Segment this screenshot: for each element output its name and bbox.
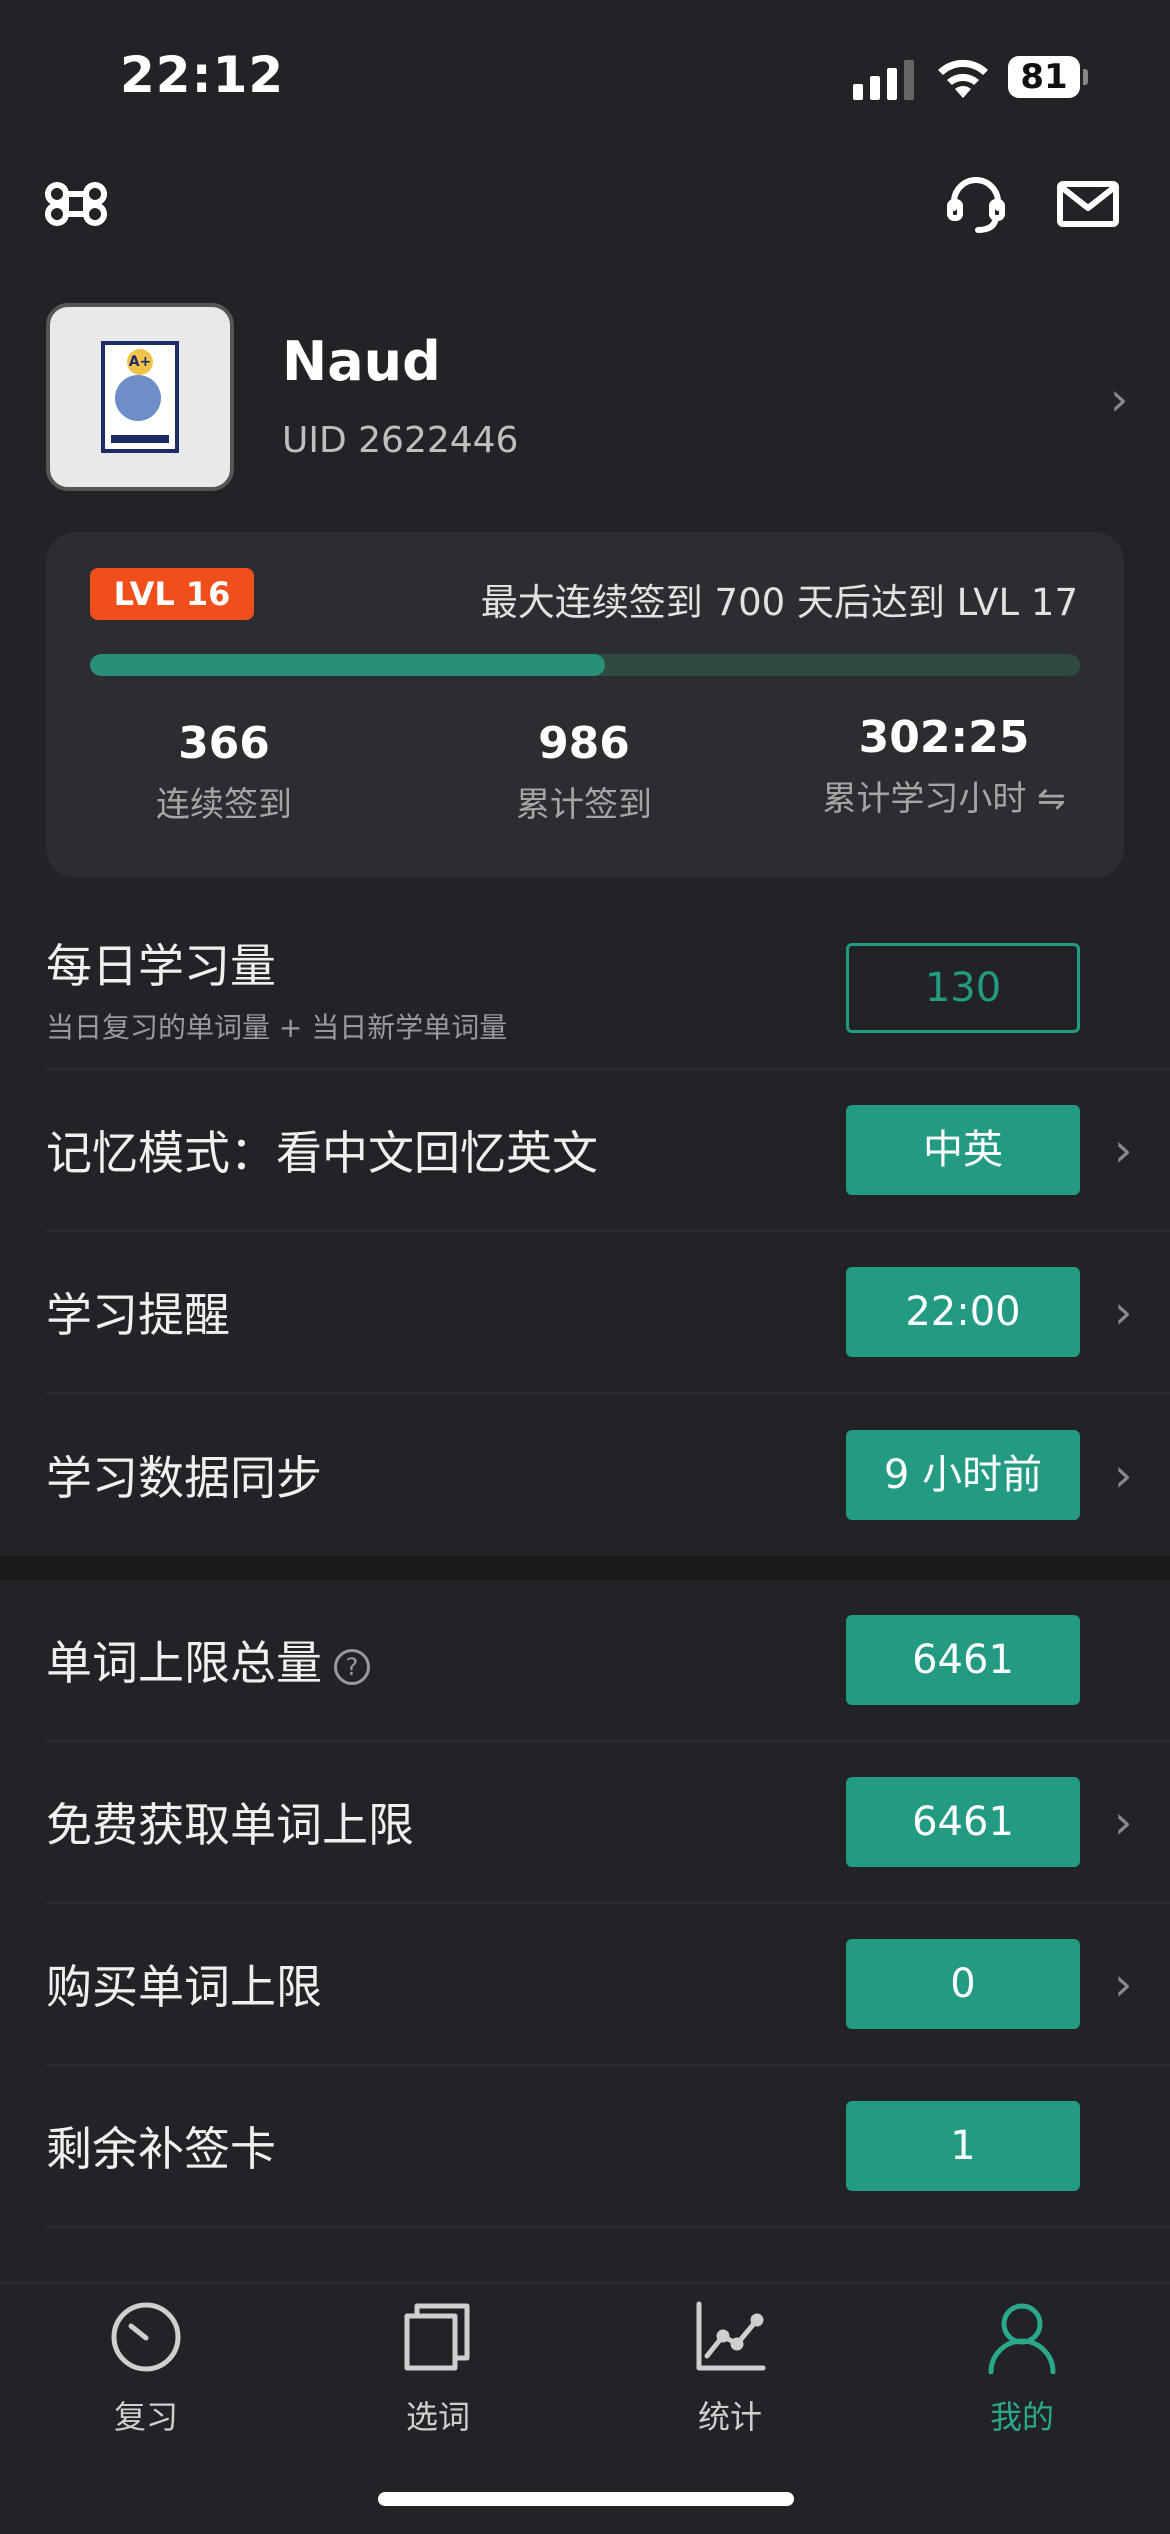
tab-select-words-label: 选词 xyxy=(405,2398,470,2436)
battery-level: 81 xyxy=(1008,56,1080,98)
section-divider xyxy=(0,1556,1170,1580)
row-word-limit-total: 单词上限总量? 6461 xyxy=(46,1580,1170,1742)
daily-study-sublabel: 当日复习的单词量 + 当日新学单词量 xyxy=(46,1011,508,1044)
level-note: 最大连续签到 700 天后达到 LVL 17 xyxy=(480,581,1078,624)
battery-icon: 81 xyxy=(1008,56,1088,98)
stat-hours-value: 302:25 xyxy=(858,712,1030,763)
chevron-right-icon[interactable]: › xyxy=(1114,1957,1132,2011)
stat-streak-value: 366 xyxy=(178,718,270,769)
buy-word-limit-button[interactable]: 0 xyxy=(846,1939,1080,2029)
chevron-right-icon[interactable]: › xyxy=(1114,1285,1132,1339)
row-free-word-limit[interactable]: 免费获取单词上限 6461 › xyxy=(46,1742,1170,1904)
chevron-right-icon[interactable]: › xyxy=(1114,1448,1132,1502)
study-reminder-label: 学习提醒 xyxy=(46,1288,230,1342)
profile-chevron-right-icon[interactable]: › xyxy=(1110,372,1128,426)
daily-study-label: 每日学习量 xyxy=(46,939,276,993)
memory-mode-label: 记忆模式：看中文回忆英文 xyxy=(46,1126,598,1180)
stat-study-hours[interactable]: 302:25 累计学习小时 ⇋ xyxy=(764,712,1124,820)
row-data-sync[interactable]: 学习数据同步 9 小时前 › xyxy=(46,1394,1170,1556)
help-icon[interactable]: ? xyxy=(334,1648,370,1685)
tab-select-words[interactable]: 选词 xyxy=(338,2300,538,2438)
memory-mode-button[interactable]: 中英 xyxy=(846,1105,1080,1195)
avatar[interactable]: A+ xyxy=(46,303,234,491)
row-buy-word-limit[interactable]: 购买单词上限 0 › xyxy=(46,1904,1170,2066)
cards-icon xyxy=(404,2303,470,2371)
chart-icon xyxy=(696,2301,766,2371)
word-limit-total-value: 6461 xyxy=(846,1615,1080,1705)
row-makeup-cards: 剩余补签卡 1 xyxy=(46,2066,1170,2228)
chevron-right-icon[interactable]: › xyxy=(1114,1123,1132,1177)
level-progress-bar xyxy=(90,654,1080,676)
profile-name: Naud xyxy=(282,330,441,393)
stat-total-value: 986 xyxy=(538,718,630,769)
wifi-icon xyxy=(938,59,988,98)
free-word-limit-label: 免费获取单词上限 xyxy=(46,1798,414,1852)
tab-statistics-label: 统计 xyxy=(697,2398,762,2436)
cellular-signal-icon xyxy=(853,60,914,100)
tab-review-label: 复习 xyxy=(113,2398,178,2436)
stat-total-label: 累计签到 xyxy=(516,785,652,825)
person-icon xyxy=(988,2303,1056,2375)
tab-me-label: 我的 xyxy=(989,2398,1054,2436)
tab-statistics[interactable]: 统计 xyxy=(630,2300,830,2438)
stat-streak-label: 连续签到 xyxy=(156,785,292,825)
tab-me[interactable]: 我的 xyxy=(922,2300,1122,2438)
makeup-cards-label: 剩余补签卡 xyxy=(46,2122,276,2176)
data-sync-label: 学习数据同步 xyxy=(46,1451,322,1505)
command-icon[interactable] xyxy=(44,172,108,236)
word-limit-total-label: 单词上限总量 xyxy=(46,1636,322,1690)
chevron-right-icon[interactable]: › xyxy=(1114,1795,1132,1849)
level-badge: LVL 16 xyxy=(90,568,254,620)
stat-total-checkins: 986 累计签到 xyxy=(404,718,764,826)
mail-icon[interactable] xyxy=(1056,172,1120,236)
buy-word-limit-label: 购买单词上限 xyxy=(46,1960,322,2014)
row-study-reminder[interactable]: 学习提醒 22:00 › xyxy=(46,1232,1170,1394)
home-indicator xyxy=(378,2492,794,2506)
tab-review[interactable]: 复习 xyxy=(46,2300,246,2438)
data-sync-button[interactable]: 9 小时前 xyxy=(846,1430,1080,1520)
daily-study-input[interactable]: 130 xyxy=(846,943,1080,1033)
free-word-limit-button[interactable]: 6461 xyxy=(846,1777,1080,1867)
row-daily-study: 每日学习量 当日复习的单词量 + 当日新学单词量 130 xyxy=(46,908,1170,1070)
gauge-icon xyxy=(111,2302,181,2372)
level-progress-fill xyxy=(90,654,605,676)
makeup-cards-value: 1 xyxy=(846,2101,1080,2191)
avatar-card-image: A+ xyxy=(101,341,179,453)
status-time: 22:12 xyxy=(120,46,285,104)
profile-uid: UID 2622446 xyxy=(282,420,519,461)
stat-hours-label: 累计学习小时 ⇋ xyxy=(822,779,1066,819)
row-memory-mode[interactable]: 记忆模式：看中文回忆英文 中英 › xyxy=(46,1070,1170,1232)
stat-streak: 366 连续签到 xyxy=(44,718,404,826)
study-reminder-button[interactable]: 22:00 xyxy=(846,1267,1080,1357)
headset-icon[interactable] xyxy=(944,172,1008,236)
